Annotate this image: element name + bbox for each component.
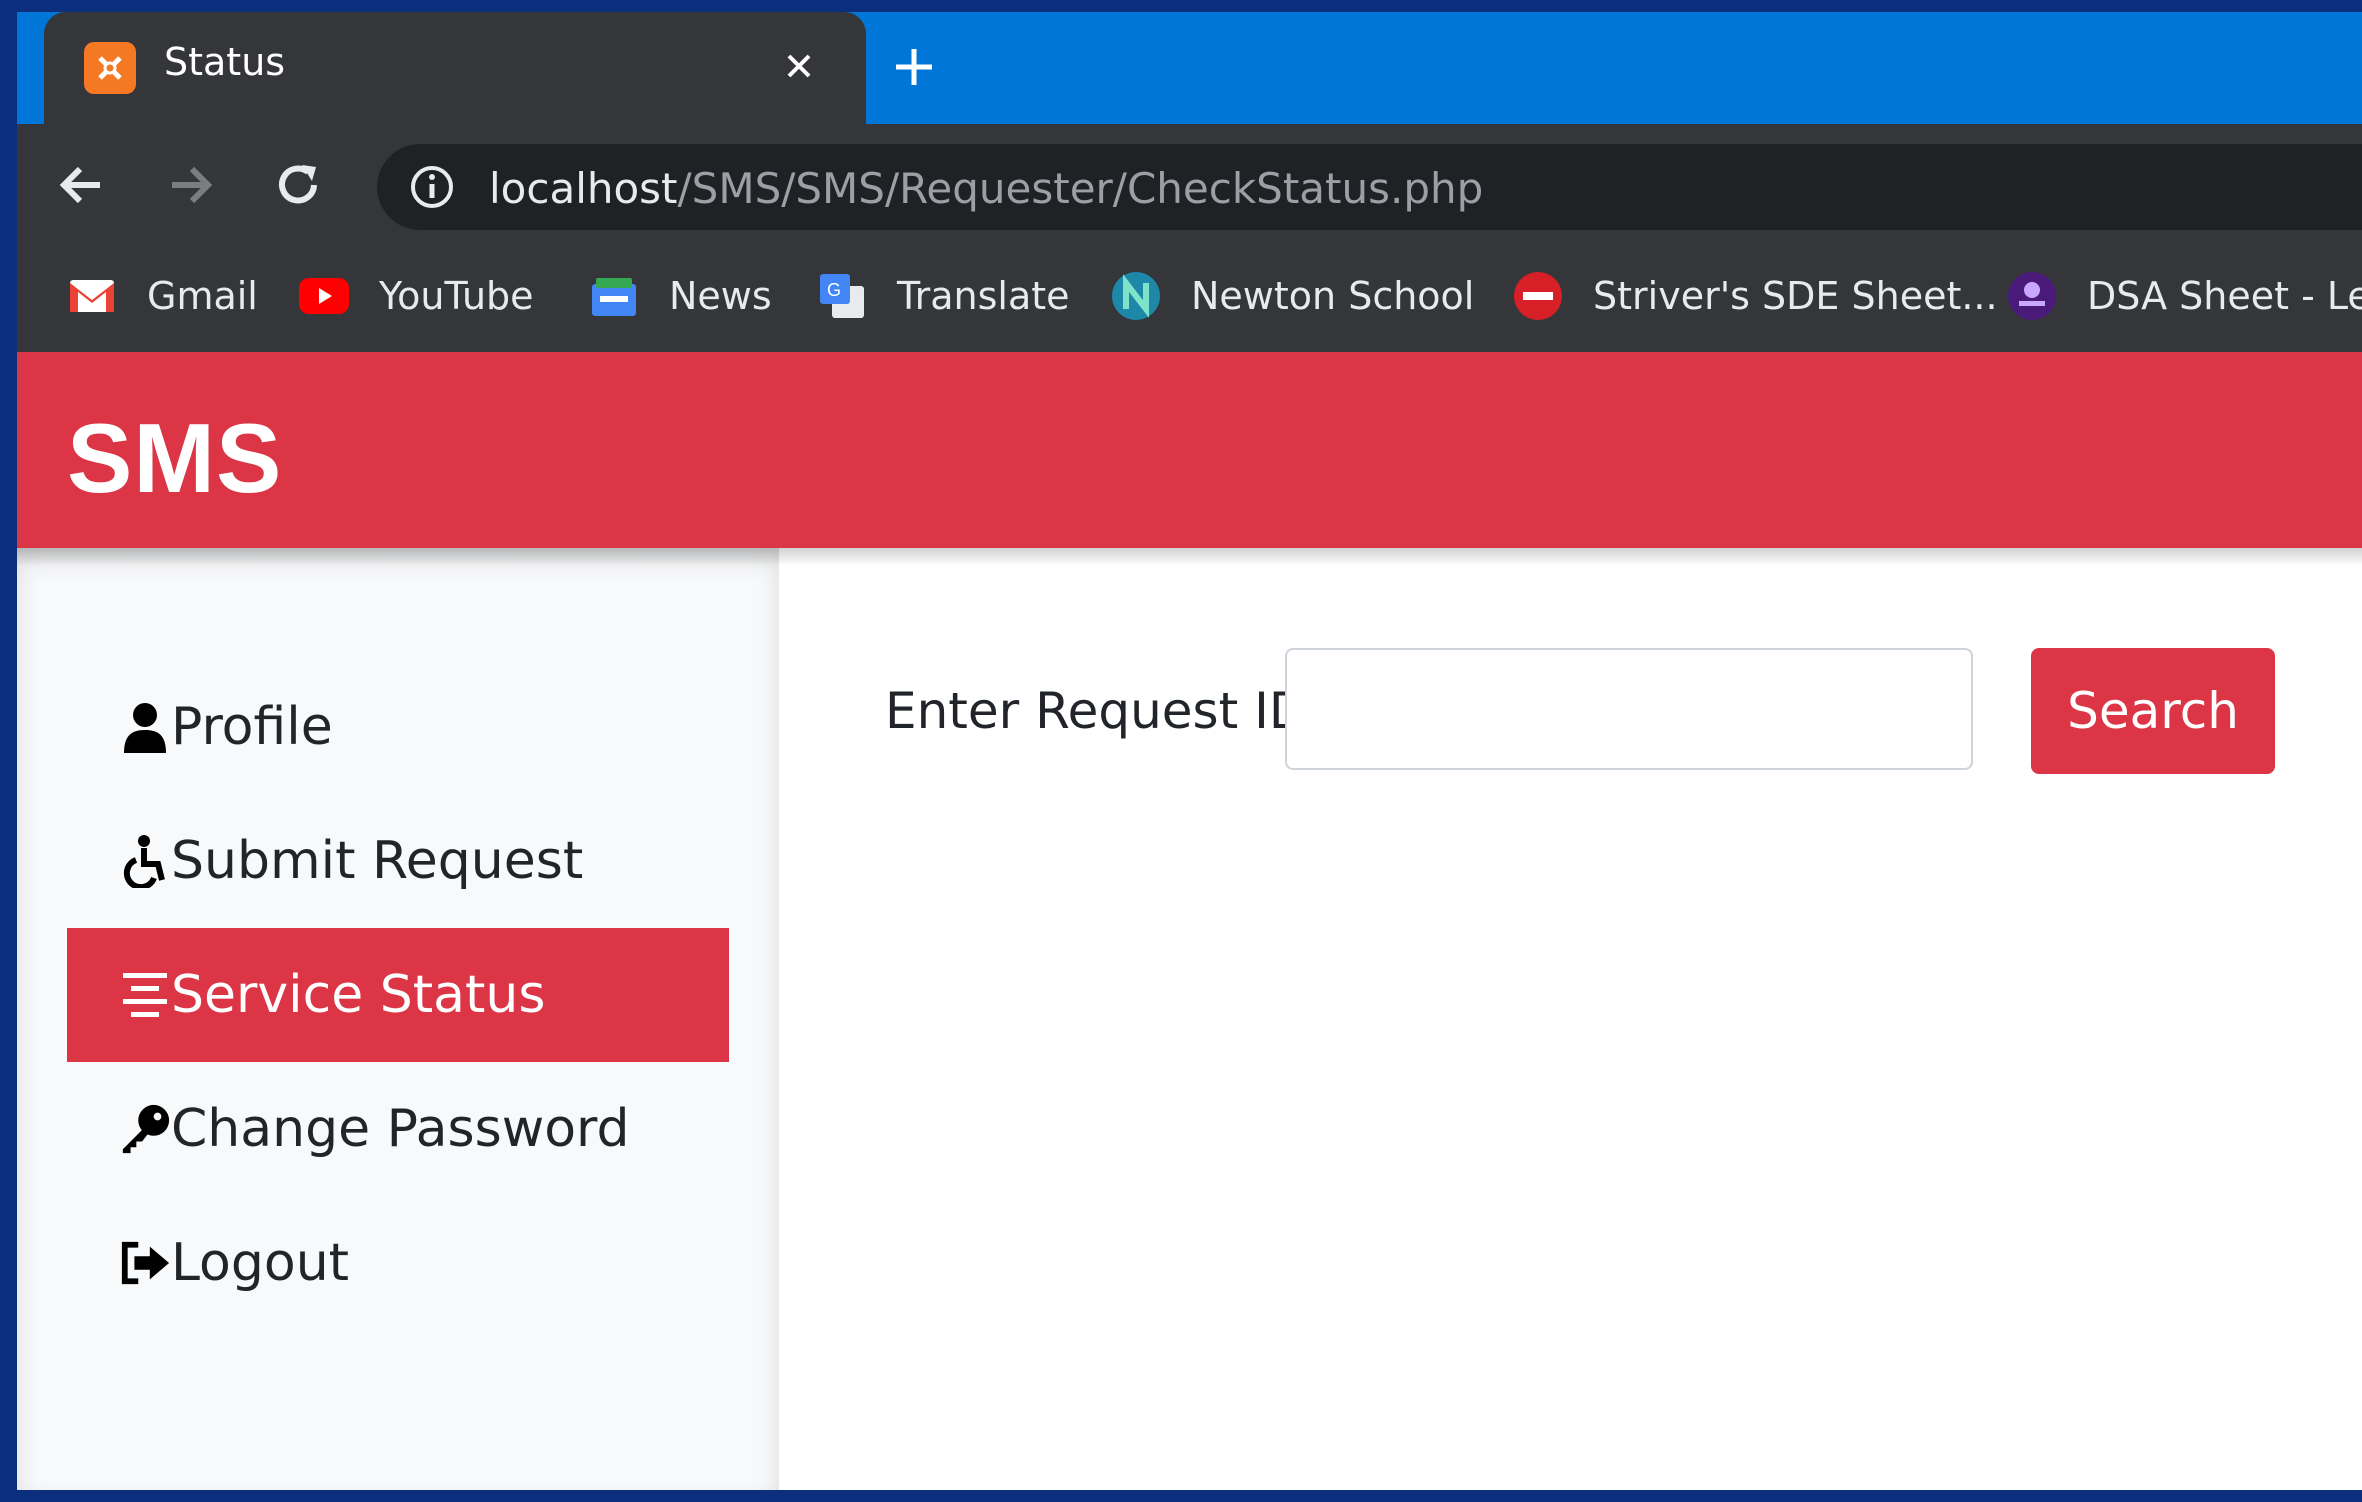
sign-out-icon xyxy=(119,1235,171,1291)
sidebar-item-label: Profile xyxy=(171,697,333,757)
bookmark-strivers-sheet[interactable]: Striver's SDE Sheet... xyxy=(1513,266,1998,326)
new-tab-icon[interactable] xyxy=(887,40,941,94)
bookmark-news[interactable]: News xyxy=(589,266,772,326)
bookmark-label: Newton School xyxy=(1191,274,1475,318)
sidebar-item-logout[interactable]: Logout xyxy=(67,1196,729,1330)
bookmarks-bar: Gmail YouTube News G Translate Newton Sc… xyxy=(17,248,2362,352)
bookmark-translate[interactable]: G Translate xyxy=(817,266,1070,326)
bookmark-label: Translate xyxy=(897,274,1070,318)
sidebar-item-change-password[interactable]: Change Password xyxy=(67,1062,729,1196)
sidebar-item-label: Change Password xyxy=(171,1099,630,1159)
address-bar[interactable]: localhost/SMS/SMS/Requester/CheckStatus.… xyxy=(377,144,2362,230)
key-icon xyxy=(119,1101,171,1157)
request-id-label: Enter Request ID: xyxy=(885,682,1325,740)
browser-tab[interactable]: Status xyxy=(44,12,866,124)
browser-toolbar: localhost/SMS/SMS/Requester/CheckStatus.… xyxy=(17,124,2362,248)
accessibility-icon xyxy=(119,833,171,889)
align-center-icon xyxy=(119,967,171,1023)
brand-logo[interactable]: SMS xyxy=(67,402,282,515)
url-text: localhost/SMS/SMS/Requester/CheckStatus.… xyxy=(489,164,1483,213)
xampp-icon xyxy=(84,42,136,94)
youtube-icon xyxy=(299,271,349,321)
tab-strip: Status xyxy=(17,12,2362,124)
forward-icon[interactable] xyxy=(155,150,225,220)
bookmark-label: DSA Sheet - Le xyxy=(2087,274,2362,318)
tab-title: Status xyxy=(164,40,286,84)
bookmark-label: YouTube xyxy=(379,274,534,318)
search-button[interactable]: Search xyxy=(2031,648,2275,774)
header-shadow xyxy=(17,548,2362,566)
translate-icon: G xyxy=(817,271,867,321)
reload-icon[interactable] xyxy=(263,150,333,220)
svg-text:G: G xyxy=(827,280,841,300)
sidebar-item-label: Submit Request xyxy=(171,831,584,891)
app-header: SMS xyxy=(17,352,2362,548)
site-info-icon[interactable] xyxy=(409,164,455,210)
bookmark-label: Gmail xyxy=(147,274,258,318)
bookmark-dsa-sheet[interactable]: DSA Sheet - Le xyxy=(2007,266,2362,326)
back-icon[interactable] xyxy=(47,150,117,220)
bookmark-label: News xyxy=(669,274,772,318)
news-icon xyxy=(589,271,639,321)
bookmark-youtube[interactable]: YouTube xyxy=(299,266,534,326)
sidebar-item-profile[interactable]: Profile xyxy=(67,660,729,794)
bookmark-gmail[interactable]: Gmail xyxy=(67,266,258,326)
request-id-input[interactable] xyxy=(1285,648,1973,770)
url-host: localhost xyxy=(489,164,678,213)
dsa-sheet-icon xyxy=(2007,271,2057,321)
user-icon xyxy=(119,699,171,755)
sidebar-item-label: Service Status xyxy=(171,965,546,1025)
tuf-icon xyxy=(1513,271,1563,321)
sidebar-item-submit-request[interactable]: Submit Request xyxy=(67,794,729,928)
url-path: /SMS/SMS/Requester/CheckStatus.php xyxy=(677,164,1484,213)
bookmark-label: Striver's SDE Sheet... xyxy=(1593,274,1998,318)
close-tab-icon[interactable] xyxy=(777,44,821,88)
browser-window: Status localhost/SMS/SMS/Requester/Check… xyxy=(17,12,2362,1490)
sidebar-item-service-status[interactable]: Service Status xyxy=(67,928,729,1062)
sidebar-item-label: Logout xyxy=(171,1233,350,1293)
newton-school-icon xyxy=(1111,271,1161,321)
gmail-icon xyxy=(67,271,117,321)
bookmark-newton-school[interactable]: Newton School xyxy=(1111,266,1474,326)
